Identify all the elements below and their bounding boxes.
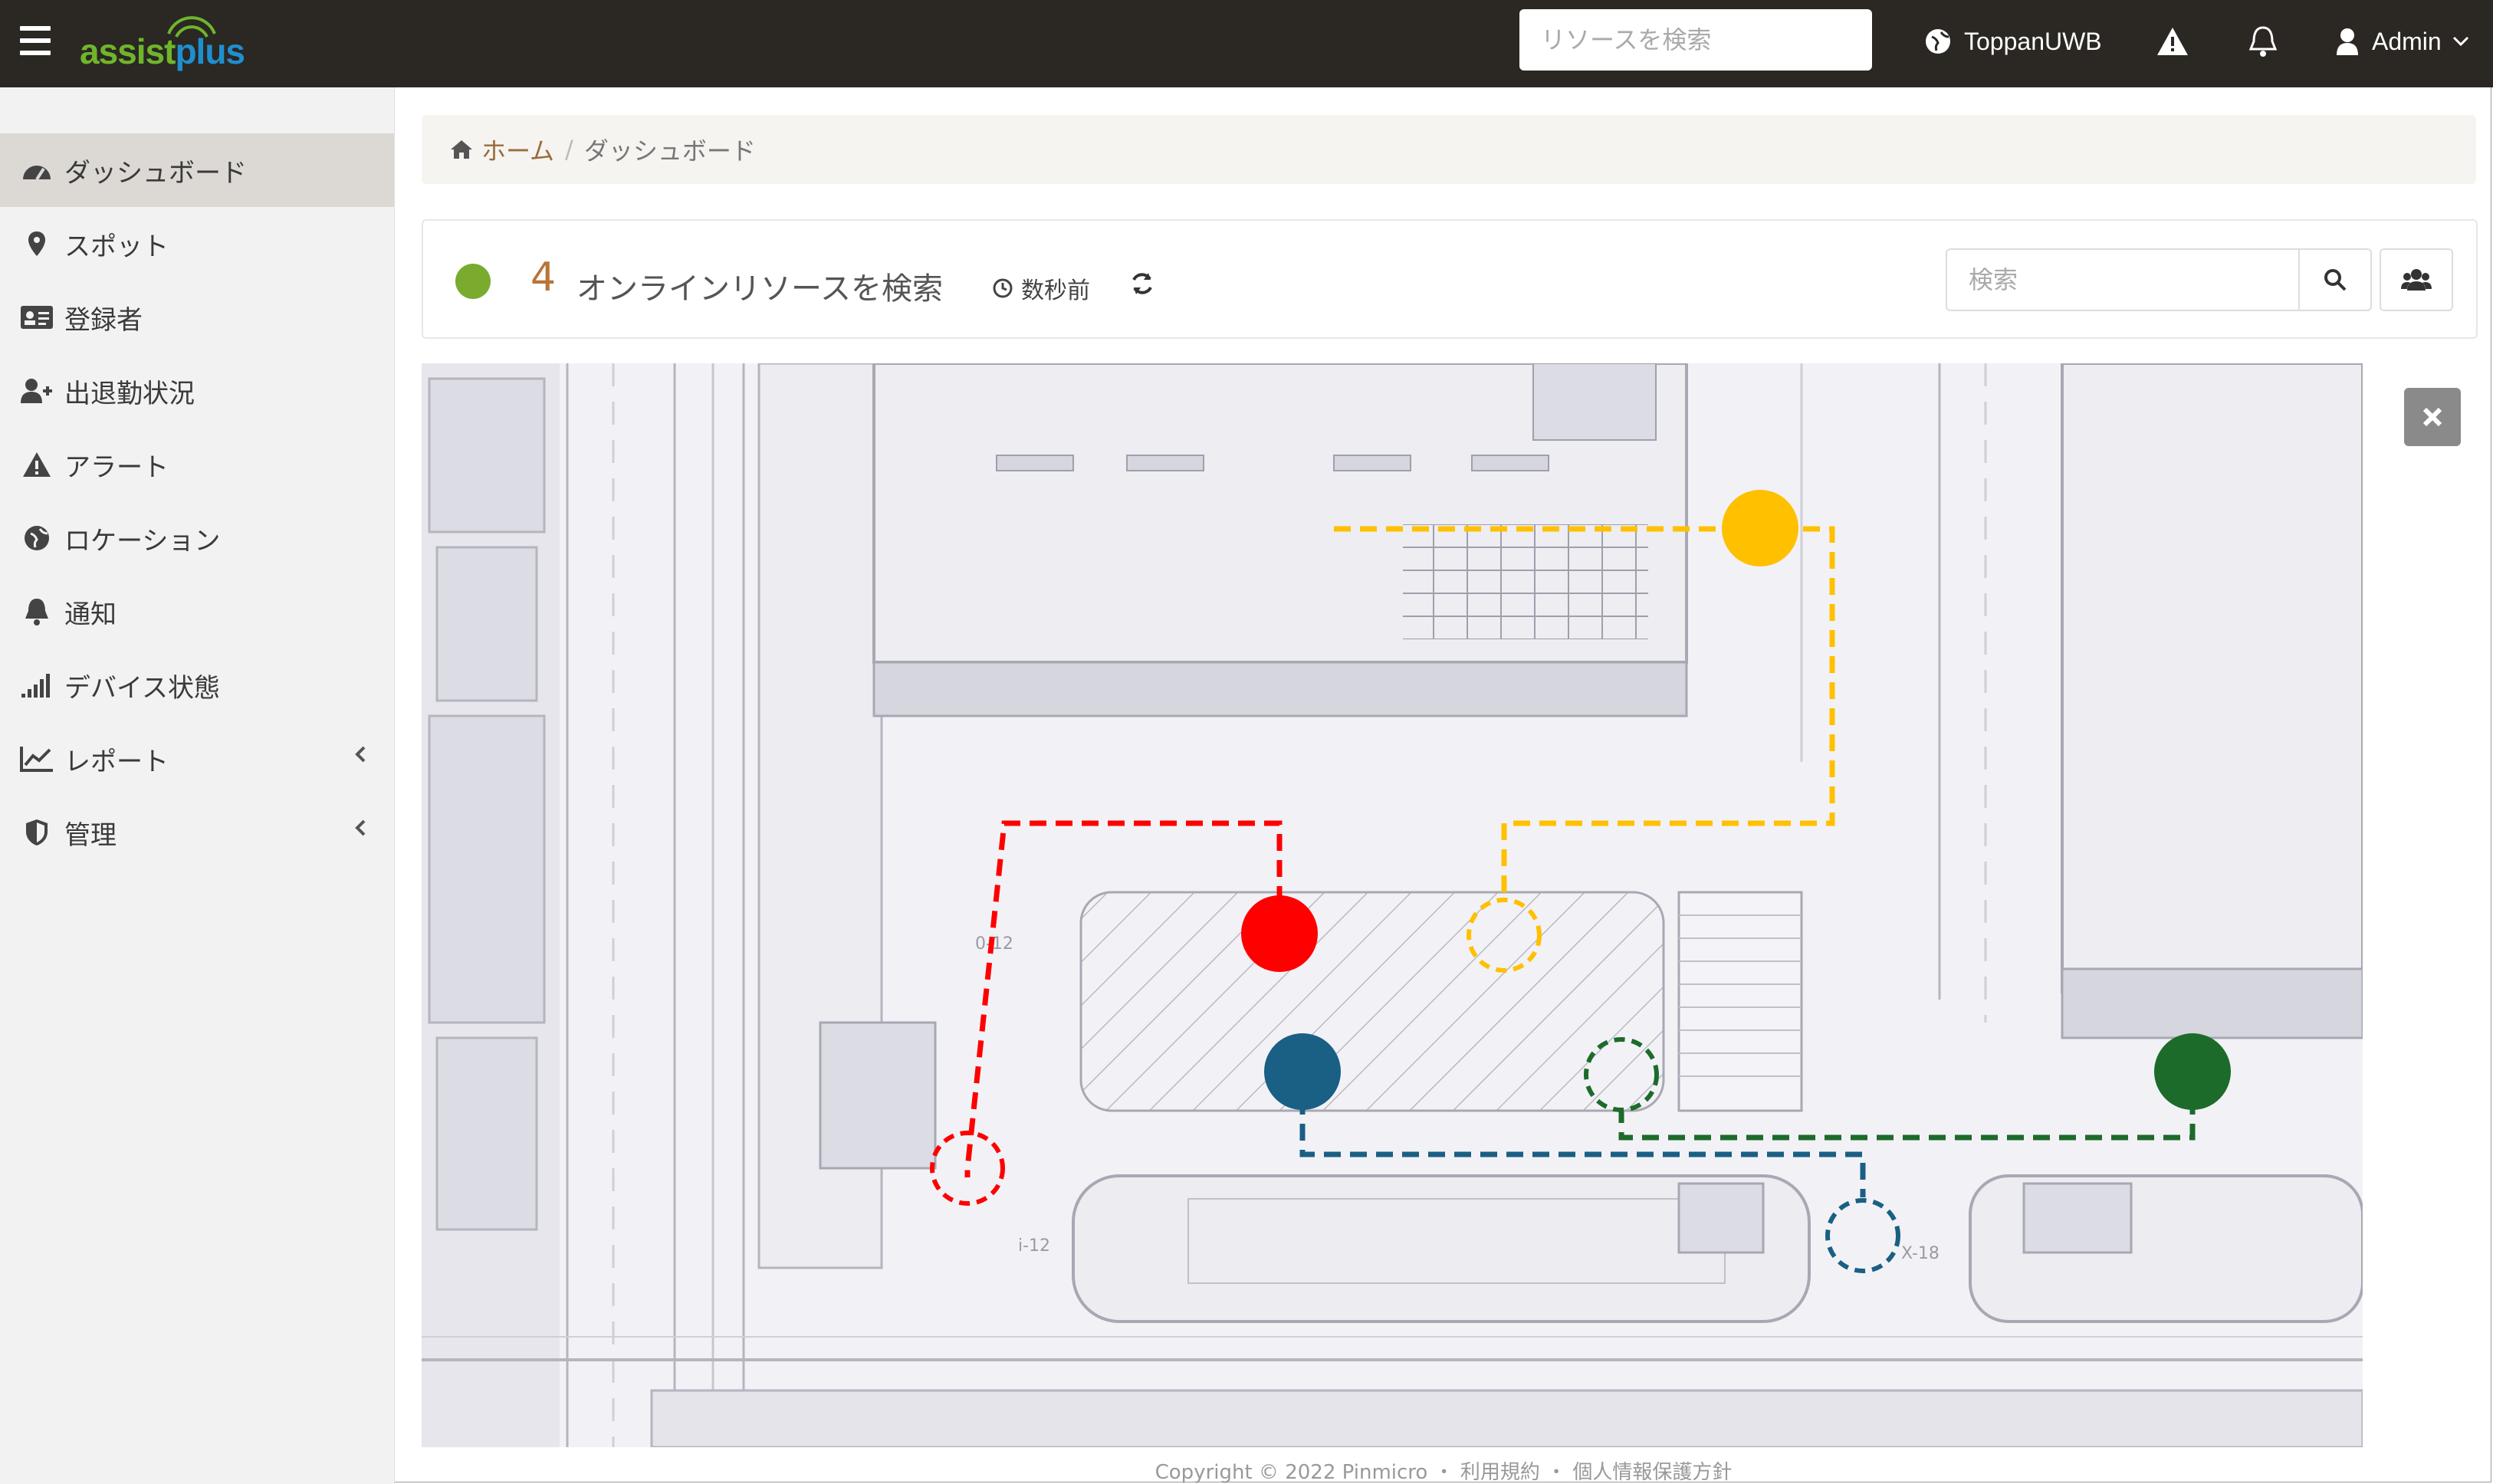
close-icon [2422,407,2442,427]
last-updated-text: 数秒前 [1021,277,1090,304]
sidebar-item-attendance[interactable]: 出退勤状況 [0,354,394,428]
map-label-x-18: X-18 [1901,1244,1940,1263]
blue-resource-marker[interactable] [1264,1033,1341,1110]
home-icon [451,140,472,159]
online-status-dot [455,264,491,299]
site-map[interactable]: 0-12 i-12 X-18 [422,363,2363,1447]
online-resources-panel: 4 オンラインリソースを検索 数秒前 検索 [422,219,2478,339]
breadcrumb-current: ダッシュボード [583,136,756,166]
notification-button[interactable] [2248,20,2291,63]
sidebar-item-label: デバイス状態 [64,672,220,704]
sidebar-item-reports[interactable]: レポート [0,722,394,796]
resource-search-field[interactable]: 検索 [1946,248,2300,311]
tenant-name: ToppanUWB [1964,27,2102,55]
sidebar-item-spot[interactable]: スポット [0,207,394,281]
tenant-switcher[interactable]: ToppanUWB [1924,20,2102,63]
refresh-icon[interactable] [1128,270,1156,297]
sidebar-item-dashboard[interactable]: ダッシュボード [0,133,394,207]
chevron-down-icon [2452,36,2468,47]
breadcrumb: ホーム / ダッシュボード [422,115,2476,184]
sidebar-item-label: レポート [64,746,169,777]
clock-icon [993,278,1013,298]
sidebar-item-device-status[interactable]: デバイス状態 [0,648,394,722]
bell-icon [18,593,55,630]
map-canvas: 0-12 i-12 X-18 [422,363,2363,1447]
sidebar-item-admin[interactable]: 管理 [0,796,394,869]
user-icon [2337,28,2358,55]
warning-icon [2157,28,2188,55]
bell-icon [2248,26,2278,57]
last-updated: 数秒前 [992,271,1090,305]
dashboard-icon [18,152,55,189]
sidebar-item-notifications[interactable]: 通知 [0,575,394,648]
sidebar-item-location[interactable]: ロケーション [0,501,394,575]
red-resource-marker[interactable] [1241,895,1318,972]
shield-icon [18,814,55,851]
chevron-left-icon [355,819,366,836]
globe-icon [18,520,55,556]
sidebar-item-label: 通知 [64,599,117,630]
panel-title: オンラインリソースを検索 [576,271,943,307]
sidebar-item-label: 出退勤状況 [64,378,195,409]
sidebar-item-registrants[interactable]: 登録者 [0,281,394,354]
map-label-i-12: i-12 [1018,1236,1050,1256]
online-count: 4 [530,254,557,300]
globe-icon [1926,29,1950,54]
close-map-button[interactable] [2404,388,2461,446]
sidebar-item-label: 登録者 [64,304,143,336]
breadcrumb-home-link[interactable]: ホーム [481,132,554,167]
green-resource-marker[interactable] [2154,1033,2231,1110]
id-card-icon [18,299,55,336]
map-marker-icon [18,225,55,262]
line-chart-icon [18,740,55,777]
user-name: Admin [2372,27,2442,55]
yellow-resource-marker[interactable] [1722,490,1798,566]
resource-search-input[interactable]: リソースを検索 [1519,9,1872,71]
sidebar-item-label: ロケーション [64,525,221,556]
breadcrumb-separator: / [565,135,573,164]
warehouse-building [872,363,1688,717]
signal-icon [18,667,55,704]
group-filter-button[interactable] [2380,248,2453,311]
alert-button[interactable] [2156,20,2202,63]
warning-icon [18,446,55,483]
sidebar-item-label: アラート [64,451,169,483]
menu-toggle-icon[interactable] [20,26,51,55]
footer: Copyright © 2022 Pinmicro ・ 利用規約 ・ 個人情報保… [1155,1461,1733,1484]
app-logo[interactable]: assistplus [80,31,245,72]
sidebar-item-alerts[interactable]: アラート [0,428,394,501]
user-menu[interactable]: Admin [2335,20,2482,63]
sidebar: ダッシュボード スポット 登録者 出退勤状況 アラート ロケーション 通知 デバ… [0,87,395,1484]
sidebar-item-label: スポット [64,231,169,262]
search-button[interactable] [2298,248,2372,311]
parking-lot [1079,891,1803,1112]
users-icon [2401,269,2432,291]
sidebar-item-label: ダッシュボード [64,157,247,189]
top-navbar: assistplus リソースを検索 ToppanUWB Admin [0,0,2493,87]
search-icon [2324,269,2347,291]
user-plus-icon [18,373,55,409]
sidebar-item-label: 管理 [64,819,117,851]
chevron-left-icon [355,746,366,763]
